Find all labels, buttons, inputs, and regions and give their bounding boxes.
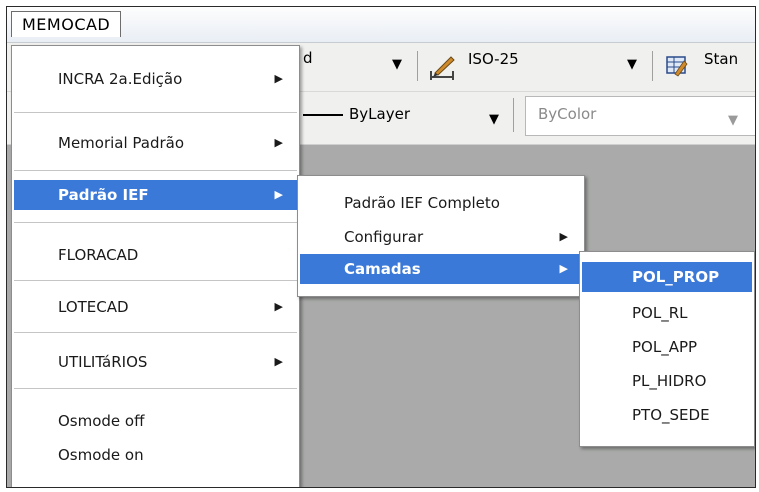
menu-item-label: UTILITáRIOS <box>58 353 148 371</box>
menu-item-label: LOTECAD <box>58 298 129 316</box>
menu-item-pol-rl[interactable]: POL_RL <box>582 298 752 328</box>
menu-item-memorial-padrao[interactable]: Memorial Padrão ▶ <box>14 128 297 158</box>
menu-item-pl-hidro[interactable]: PL_HIDRO <box>582 366 752 396</box>
linetype-value[interactable]: ByLayer <box>349 105 410 123</box>
menu-item-pto-sede[interactable]: PTO_SEDE <box>582 400 752 430</box>
menu-item-label: FLORACAD <box>58 246 139 264</box>
menu-item-label: Osmode on <box>58 446 144 464</box>
menu-separator <box>14 332 297 333</box>
menu-item-configurar[interactable]: Configurar ▶ <box>300 222 582 252</box>
submenu-arrow-icon: ▶ <box>274 72 283 85</box>
submenu-arrow-icon: ▶ <box>274 300 283 313</box>
menu-item-label: POL_PROP <box>632 268 720 286</box>
submenu-arrow-icon: ▶ <box>274 136 283 149</box>
chevron-down-icon[interactable]: ▼ <box>627 57 637 72</box>
padrao-ief-submenu: Padrão IEF Completo Configurar ▶ Camadas… <box>297 175 585 297</box>
menu-separator <box>14 112 297 113</box>
menu-separator <box>14 280 297 281</box>
menu-item-label: PTO_SEDE <box>632 406 710 424</box>
dimension-style-value[interactable]: ISO-25 <box>468 50 519 68</box>
menu-item-label: Padrão IEF Completo <box>344 194 500 212</box>
menu-bar: MEMOCAD <box>7 7 755 43</box>
menu-item-label: INCRA 2a.Edição <box>58 70 183 88</box>
menu-item-label: Padrão IEF <box>58 186 149 204</box>
menu-separator <box>14 388 297 389</box>
menu-item-utilitarios[interactable]: UTILITáRIOS ▶ <box>14 347 297 377</box>
linetype-preview <box>303 114 343 116</box>
menu-item-padrao-ief-completo[interactable]: Padrão IEF Completo <box>300 188 582 218</box>
application-frame: MEMOCAD d ▼ ISO-25 ▼ Stan ByLayer ▼ ByCo… <box>6 6 756 488</box>
chevron-down-icon[interactable]: ▼ <box>489 112 499 127</box>
menu-item-osmode-on[interactable]: Osmode on <box>14 440 297 470</box>
toolbar-separator <box>513 98 514 132</box>
menu-item-label: Configurar <box>344 228 424 246</box>
dimension-style-icon[interactable] <box>427 53 457 81</box>
menu-item-pol-app[interactable]: POL_APP <box>582 332 752 362</box>
menu-item-label: POL_RL <box>632 304 688 322</box>
chevron-down-icon[interactable]: ▼ <box>728 113 738 128</box>
truncated-combo-text: d <box>303 49 313 67</box>
table-style-icon[interactable] <box>666 55 688 77</box>
memocad-menu: INCRA 2a.Edição ▶ Memorial Padrão ▶ Padr… <box>11 45 300 487</box>
menu-item-camadas[interactable]: Camadas ▶ <box>300 254 582 284</box>
submenu-arrow-icon: ▶ <box>274 188 283 201</box>
toolbar-separator <box>652 51 653 81</box>
submenu-arrow-icon: ▶ <box>559 262 568 275</box>
menu-item-label: Memorial Padrão <box>58 134 185 152</box>
menu-item-pol-prop[interactable]: POL_PROP <box>582 262 752 292</box>
menu-item-incra[interactable]: INCRA 2a.Edição ▶ <box>14 64 297 94</box>
menu-item-padrao-ief[interactable]: Padrão IEF ▶ <box>14 180 297 210</box>
color-combo[interactable]: ByColor ▼ <box>525 96 755 136</box>
menu-item-label: PL_HIDRO <box>632 372 707 390</box>
menu-item-label: Camadas <box>344 260 421 278</box>
color-value: ByColor <box>538 105 597 123</box>
menu-separator <box>14 222 297 223</box>
submenu-arrow-icon: ▶ <box>559 230 568 243</box>
camadas-submenu: POL_PROP POL_RL POL_APP PL_HIDRO PTO_SED… <box>579 251 755 447</box>
menu-separator <box>14 170 297 171</box>
menu-item-lotecad[interactable]: LOTECAD ▶ <box>14 292 297 322</box>
menu-item-floracad[interactable]: FLORACAD <box>14 240 297 270</box>
menu-memocad[interactable]: MEMOCAD <box>11 11 122 37</box>
menu-item-label: POL_APP <box>632 338 698 356</box>
menu-item-label: Osmode off <box>58 412 145 430</box>
toolbar-separator <box>417 51 418 81</box>
menu-item-osmode-off[interactable]: Osmode off <box>14 406 297 436</box>
chevron-down-icon[interactable]: ▼ <box>392 57 402 72</box>
text-style-value[interactable]: Stan <box>704 50 738 68</box>
submenu-arrow-icon: ▶ <box>274 355 283 368</box>
